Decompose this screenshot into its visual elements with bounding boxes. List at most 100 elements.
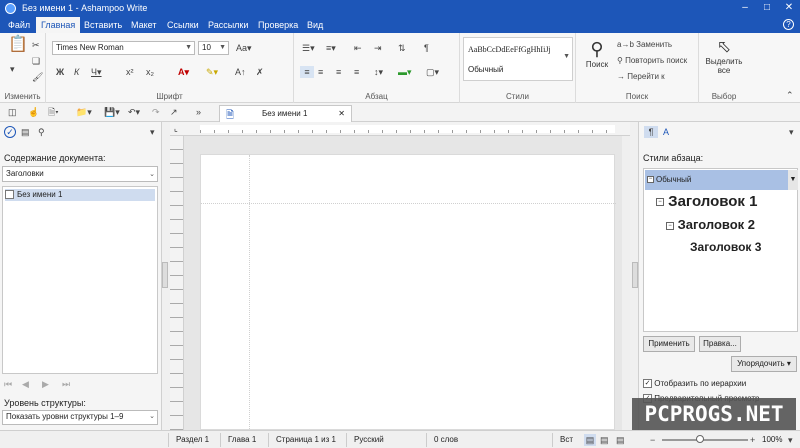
collapse-ribbon-icon[interactable]: ⌃ bbox=[786, 89, 794, 101]
maximize-button[interactable]: □ bbox=[756, 0, 778, 17]
document-tab[interactable]: 🗎 Без имени 1 ✕ bbox=[219, 105, 352, 122]
outline-view-icon[interactable]: ▤ bbox=[600, 434, 609, 446]
highlight-icon[interactable]: ✎▾ bbox=[206, 66, 218, 78]
style-item-heading2[interactable]: − Заголовок 2 bbox=[666, 217, 755, 232]
grow-font-icon[interactable]: A↑ bbox=[235, 66, 246, 78]
open-folder-icon[interactable]: 📁▾ bbox=[76, 106, 92, 118]
goto-button[interactable]: → Перейти к bbox=[617, 71, 665, 83]
redo-icon[interactable]: ↷ bbox=[152, 106, 160, 118]
style-dropdown-icon[interactable]: ▼ bbox=[788, 170, 798, 190]
hierarchy-option[interactable]: ✓ Отобразить по иерархии bbox=[643, 379, 746, 389]
font-name-combo[interactable]: Times New Roman ▼ bbox=[52, 41, 195, 55]
more-icon[interactable]: » bbox=[196, 106, 201, 118]
pilcrow-icon[interactable]: ¶ bbox=[424, 42, 429, 54]
copy-icon[interactable]: ❏ bbox=[32, 55, 40, 67]
subscript-icon[interactable]: x₂ bbox=[146, 66, 154, 78]
collapse-icon[interactable]: − bbox=[647, 176, 654, 183]
structure-level-select[interactable]: Показать уровни структуры 1–9 ⌄ bbox=[2, 410, 158, 425]
replace-button[interactable]: a→b Заменить bbox=[617, 39, 672, 51]
status-insert-mode[interactable]: Вст bbox=[560, 435, 573, 444]
cut-icon[interactable]: ✂ bbox=[32, 39, 40, 51]
search-button[interactable]: ⚲ Поиск bbox=[580, 39, 614, 69]
close-tab-icon[interactable]: ✕ bbox=[338, 106, 345, 121]
minimize-button[interactable]: – bbox=[734, 0, 756, 17]
font-case-icon[interactable]: Aa▾ bbox=[236, 42, 252, 54]
underline-icon[interactable]: Ч▾ bbox=[91, 66, 102, 78]
close-button[interactable]: ✕ bbox=[778, 0, 800, 17]
next-icon[interactable]: ▶ bbox=[42, 378, 49, 390]
chevron-down-icon[interactable]: ▼ bbox=[563, 53, 570, 60]
bullets-icon[interactable]: ☰▾ bbox=[302, 42, 315, 54]
apply-button[interactable]: Применить bbox=[643, 336, 695, 352]
last-icon[interactable]: ⏭ bbox=[62, 378, 70, 390]
align-right-icon[interactable]: ≡ bbox=[336, 66, 341, 78]
draft-view-icon[interactable]: ▤ bbox=[616, 434, 625, 446]
character-styles-icon[interactable]: A bbox=[663, 126, 669, 138]
tab-stop-icon[interactable]: ⌞ bbox=[174, 124, 178, 133]
justify-icon[interactable]: ≡ bbox=[354, 66, 359, 78]
outline-icon[interactable]: ▤ bbox=[21, 126, 30, 138]
navigator-icon[interactable]: ✓ bbox=[4, 126, 16, 138]
zoom-menu-icon[interactable]: ▾ bbox=[788, 434, 793, 446]
tab-home[interactable]: Главная bbox=[36, 17, 81, 33]
format-painter-icon[interactable]: 🖌 bbox=[32, 71, 43, 83]
sort-button[interactable]: Упорядочить ▾ bbox=[731, 356, 797, 372]
paste-icon[interactable]: 📋 bbox=[8, 37, 28, 53]
panel-menu-icon[interactable]: ▾ bbox=[150, 126, 155, 138]
save-icon[interactable]: 💾▾ bbox=[104, 106, 120, 118]
paste-dropdown-icon[interactable]: ▾ bbox=[10, 63, 15, 75]
arrow-icon[interactable]: ↗ bbox=[170, 106, 178, 118]
tab-layout[interactable]: Макет bbox=[126, 17, 161, 33]
search-icon[interactable]: ⚲ bbox=[38, 126, 45, 138]
numbering-icon[interactable]: ≡▾ bbox=[326, 42, 336, 54]
document-page[interactable] bbox=[200, 154, 616, 431]
superscript-icon[interactable]: x² bbox=[126, 66, 134, 78]
tab-view[interactable]: Вид bbox=[302, 17, 328, 33]
hierarchy-checkbox[interactable]: ✓ bbox=[643, 379, 652, 389]
shading-icon[interactable]: ▬▾ bbox=[398, 66, 412, 78]
first-icon[interactable]: ⏮ bbox=[4, 378, 12, 390]
tab-references[interactable]: Ссылки bbox=[162, 17, 204, 33]
status-zoom[interactable]: 100% bbox=[762, 435, 782, 444]
style-item-normal[interactable]: − Обычный bbox=[645, 170, 788, 190]
select-all-button[interactable]: ⬁ Выделить все bbox=[701, 37, 747, 75]
clear-format-icon[interactable]: ✗ bbox=[256, 66, 264, 78]
tab-mailings[interactable]: Рассылки bbox=[203, 17, 253, 33]
collapse-icon[interactable]: − bbox=[666, 221, 674, 230]
style-item-heading3[interactable]: Заголовок 3 bbox=[690, 240, 761, 254]
edit-button[interactable]: Правка... bbox=[699, 336, 741, 352]
italic-icon[interactable]: К bbox=[74, 66, 79, 78]
collapse-icon[interactable]: − bbox=[656, 198, 664, 207]
panel-menu-icon[interactable]: ▾ bbox=[789, 126, 794, 138]
pointer-icon[interactable]: ☝ bbox=[28, 106, 39, 118]
contents-filter-select[interactable]: Заголовки ⌄ bbox=[2, 166, 158, 182]
print-layout-icon[interactable]: ▤ bbox=[584, 434, 596, 446]
indent-icon[interactable]: ⇥ bbox=[374, 42, 382, 54]
font-color-icon[interactable]: A▾ bbox=[178, 66, 189, 78]
tree-item[interactable]: Без имени 1 bbox=[5, 189, 155, 201]
zoom-out-icon[interactable]: − bbox=[650, 434, 655, 446]
zoom-in-icon[interactable]: + bbox=[750, 434, 755, 446]
font-size-combo[interactable]: 10 ▼ bbox=[198, 41, 229, 55]
horizontal-ruler[interactable]: ⌞ bbox=[170, 122, 630, 136]
sort-icon[interactable]: ⇅ bbox=[398, 42, 406, 54]
style-item-heading1[interactable]: − Заголовок 1 bbox=[656, 193, 757, 210]
borders-icon[interactable]: ▢▾ bbox=[426, 66, 439, 78]
align-center-icon[interactable]: ≡ bbox=[318, 66, 323, 78]
left-splitter[interactable] bbox=[162, 262, 168, 288]
repeat-search-button[interactable]: ⚲ Повторить поиск bbox=[617, 55, 687, 67]
tab-insert[interactable]: Вставить bbox=[79, 17, 127, 33]
prev-icon[interactable]: ◀ bbox=[22, 378, 29, 390]
styles-gallery[interactable]: AaBbCcDdEeFfGgHhIiJj Обычный ▼ bbox=[463, 37, 573, 81]
zoom-slider-handle[interactable] bbox=[696, 435, 704, 443]
vertical-ruler[interactable] bbox=[170, 136, 184, 430]
bold-icon[interactable]: Ж bbox=[56, 66, 64, 78]
align-left-icon[interactable]: ≡ bbox=[300, 66, 314, 78]
paragraph-styles-icon[interactable]: ¶ bbox=[644, 126, 658, 138]
line-spacing-icon[interactable]: ↕▾ bbox=[374, 66, 383, 78]
status-language[interactable]: Русский bbox=[354, 435, 384, 444]
vertical-scrollbar[interactable] bbox=[622, 136, 630, 430]
outdent-icon[interactable]: ⇤ bbox=[354, 42, 362, 54]
tab-file[interactable]: Файл bbox=[3, 17, 35, 33]
sidebar-toggle-icon[interactable]: ◫ bbox=[8, 106, 17, 118]
